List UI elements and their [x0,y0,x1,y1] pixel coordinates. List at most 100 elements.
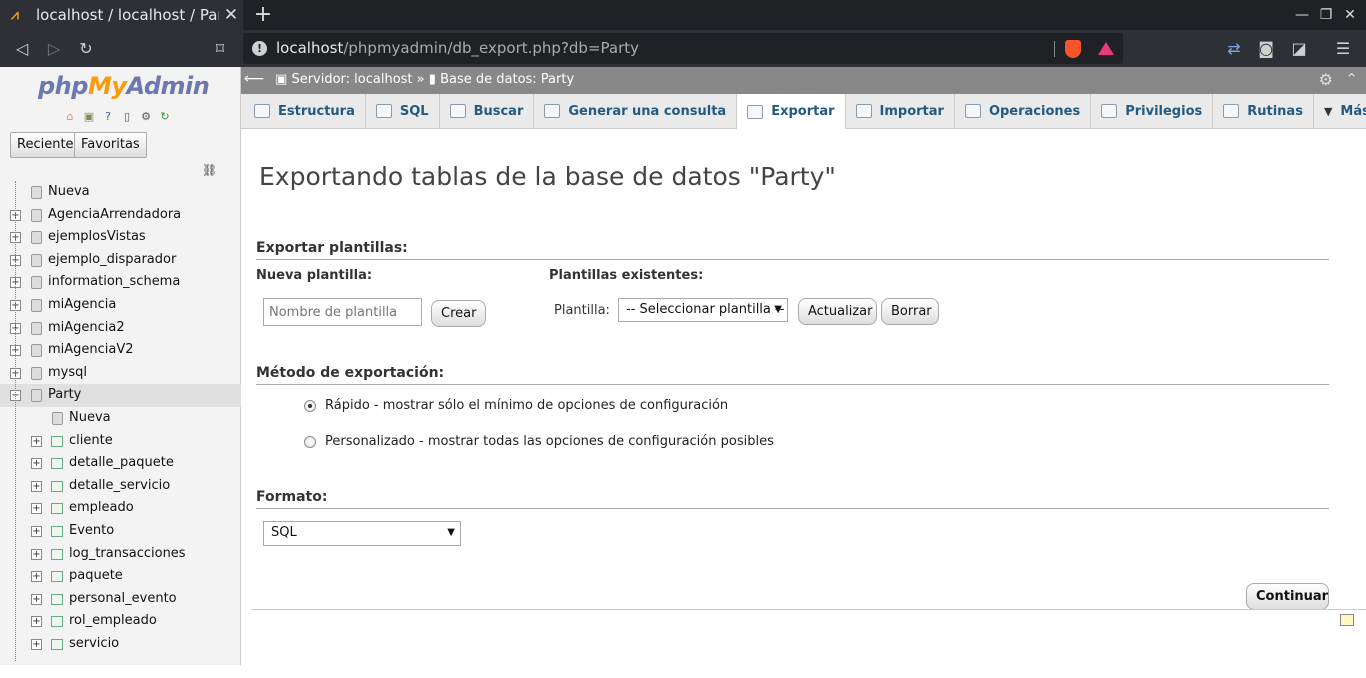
format-select[interactable]: SQL ▼ [263,521,461,546]
tree-item-database[interactable]: + mysql [0,362,241,385]
tree-item-database[interactable]: + ejemplosVistas [0,226,241,249]
tree-item-database[interactable]: + information_schema [0,271,241,294]
translate-icon[interactable]: ⇄ [1222,37,1246,61]
help-icon[interactable]: ? [100,110,116,124]
tree-item-database-partial[interactable] [0,655,241,678]
restore-icon[interactable]: ❐ [1315,4,1337,26]
tab-more[interactable]: ▼ Más [1314,94,1366,128]
expand-icon[interactable]: + [31,638,42,650]
tree-item-label[interactable]: log_transacciones [69,543,186,565]
expand-icon[interactable]: + [31,458,42,470]
collapse-nav-icon[interactable]: ⟵ [244,71,264,87]
home-icon[interactable]: ⌂ [62,110,78,124]
tree-item-database-selected[interactable]: − Party [0,384,241,407]
browser-tab[interactable]: ⩘ localhost / localhost / Party ✕ [0,0,243,30]
tree-item-table[interactable]: + log_transacciones [0,543,241,566]
minimize-icon[interactable]: — [1291,4,1313,26]
tree-item-new-table[interactable]: Nueva [0,407,241,430]
expand-icon[interactable]: + [31,503,42,515]
refresh-icon[interactable]: ↻ [157,110,173,124]
tree-item-label[interactable]: Nueva [48,181,90,203]
tree-item-table[interactable]: + detalle_paquete [0,452,241,475]
quick-method-radio[interactable] [304,400,316,412]
expand-icon[interactable]: + [31,435,42,447]
forward-icon[interactable]: ▷ [42,37,66,61]
breadcrumb-server[interactable]: Servidor: localhost [291,72,412,87]
tree-item-label[interactable]: Nueva [69,407,111,429]
tree-item-label[interactable]: cliente [69,430,113,452]
camera-icon[interactable]: ◙ [1254,37,1278,61]
tab-search[interactable]: Buscar [440,94,535,128]
close-window-icon[interactable]: ✕ [1339,4,1361,26]
quick-method-label[interactable]: Rápido - mostrar sólo el mínimo de opcio… [325,398,728,413]
close-tab-icon[interactable]: ✕ [219,5,243,25]
tree-item-label[interactable]: miAgencia [48,294,116,316]
expand-icon[interactable]: + [31,571,42,583]
tab-export[interactable]: Exportar [737,94,846,129]
expand-icon[interactable]: + [31,525,42,537]
tree-item-database[interactable]: + miAgencia [0,294,241,317]
tree-item-label[interactable]: servicio [69,633,119,655]
settings-icon[interactable]: ⚙ [138,110,154,124]
tree-item-label[interactable]: information_schema [48,271,180,293]
docs-icon[interactable]: ▯ [119,110,135,124]
template-select[interactable]: -- Seleccionar plantilla -- ▼ [618,298,788,322]
tree-item-label[interactable]: detalle_paquete [69,452,174,474]
expand-icon[interactable]: + [31,593,42,605]
tree-item-database[interactable]: + miAgenciaV2 [0,339,241,362]
tab-import[interactable]: Importar [846,94,955,128]
tree-item-label[interactable]: AgenciaArrendadora [48,204,181,226]
tree-item-label[interactable]: miAgencia2 [48,317,125,339]
expand-icon[interactable]: + [31,548,42,560]
tree-item-table[interactable]: + empleado [0,497,241,520]
tree-item-database[interactable]: + miAgencia2 [0,317,241,340]
tree-item-label[interactable]: ejemplosVistas [48,226,146,248]
tab-structure[interactable]: Estructura [244,94,366,128]
custom-method-label[interactable]: Personalizado - mostrar todas las opcion… [325,434,774,449]
tree-item-table[interactable]: + detalle_servicio [0,475,241,498]
console-icon[interactable] [1340,614,1354,626]
continue-button[interactable]: Continuar [1246,583,1329,610]
tree-item-label[interactable]: empleado [69,497,134,519]
tree-item-label[interactable]: personal_evento [69,588,177,610]
tab-privileges[interactable]: Privilegios [1091,94,1214,128]
recent-button[interactable]: Reciente [10,132,81,158]
link-with-main-icon[interactable]: ⛓ [202,163,217,177]
tree-item-table[interactable]: + cliente [0,430,241,453]
tree-item-table[interactable]: + paquete [0,565,241,588]
expand-icon[interactable]: + [31,616,42,628]
logout-icon[interactable]: ▣ [81,110,97,124]
template-name-input[interactable] [263,298,422,326]
update-template-button[interactable]: Actualizar [798,298,877,325]
tree-item-label[interactable]: miAgenciaV2 [48,339,134,361]
tree-item-label[interactable]: Party [48,384,81,406]
tree-item-label[interactable]: paquete [69,565,123,587]
brave-shields-icon[interactable] [1065,40,1081,58]
tab-routines[interactable]: Rutinas [1213,94,1314,128]
tree-item-database[interactable]: + AgenciaArrendadora [0,204,241,227]
tree-item-table[interactable]: + servicio [0,633,241,656]
new-tab-button[interactable]: + [252,2,274,28]
custom-method-radio[interactable] [304,436,316,448]
phpmyadmin-logo[interactable]: phpMyAdmin [38,72,210,100]
bookmark-icon[interactable]: ⌑ [208,37,232,61]
tree-item-label[interactable]: detalle_servicio [69,475,170,497]
site-info-icon[interactable]: ! [252,41,267,56]
tree-item-label[interactable]: Evento [69,520,114,542]
delete-template-button[interactable]: Borrar [881,298,939,325]
menu-icon[interactable]: ☰ [1331,37,1355,61]
breadcrumb-database[interactable]: Base de datos: Party [440,72,574,87]
tab-operations[interactable]: Operaciones [955,94,1092,128]
tree-item-label[interactable]: ejemplo_disparador [48,249,176,271]
address-bar[interactable]: ! localhost/phpmyadmin/db_export.php?db=… [243,33,1123,64]
favorites-button[interactable]: Favoritas [74,132,147,158]
tree-item-label[interactable]: rol_empleado [69,610,157,632]
tab-query[interactable]: Generar una consulta [534,94,738,128]
tab-sql[interactable]: SQL [366,94,440,128]
expand-icon[interactable]: + [31,480,42,492]
tree-item-table[interactable]: + personal_evento [0,588,241,611]
collapse-top-icon[interactable]: ⌃ [1345,70,1358,88]
brave-rewards-icon[interactable] [1098,42,1114,55]
reload-icon[interactable]: ↻ [74,37,98,61]
tree-item-table[interactable]: + rol_empleado [0,610,241,633]
